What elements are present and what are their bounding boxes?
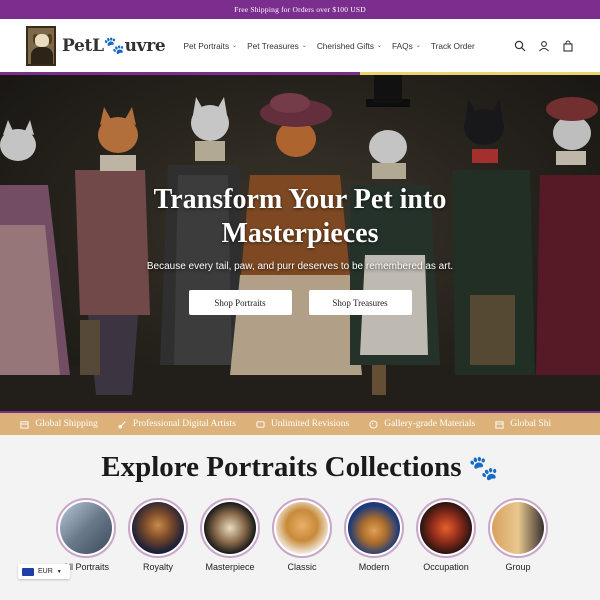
logo-portrait-icon	[26, 25, 56, 66]
chat-icon	[256, 420, 265, 428]
collection-royalty[interactable]: Royalty	[128, 498, 188, 572]
collection-classic[interactable]: Classic	[272, 498, 332, 572]
chevron-down-icon: ⌄	[377, 43, 383, 49]
chevron-down-icon: ⌄	[232, 43, 238, 49]
collection-modern[interactable]: Modern	[344, 498, 404, 572]
nav-pet-treasures[interactable]: Pet Treasures ⌄	[247, 41, 307, 51]
collections-title: Explore Portraits Collections 🐾	[101, 451, 499, 483]
cart-icon[interactable]	[562, 39, 574, 52]
announcement-bar: Free Shipping for Orders over $100 USD	[0, 0, 600, 19]
collection-all-portraits[interactable]: All Portraits	[56, 498, 116, 572]
marquee-item: Gallery-grade Materials	[369, 419, 475, 429]
nav-cherished-gifts[interactable]: Cherished Gifts ⌄	[317, 41, 382, 51]
header-icons	[514, 39, 574, 52]
search-icon[interactable]	[514, 40, 526, 52]
brush-icon	[118, 420, 126, 429]
hero-buttons: Shop Portraits Shop Treasures	[0, 290, 600, 315]
marquee-item: Global Shipping	[20, 419, 98, 429]
caret-down-icon: ▼	[56, 568, 62, 575]
hero-content: Transform Your Pet into Masterpieces Beca…	[0, 183, 600, 315]
collection-list: All Portraits Royalty Masterpiece Classi…	[0, 498, 600, 572]
features-marquee: rials Global Shipping Professional Digit…	[0, 411, 600, 435]
collection-occupation[interactable]: Occupation	[416, 498, 476, 572]
palette-icon	[369, 419, 378, 429]
brand-name: PetL🐾uvre	[62, 35, 166, 56]
hero-subtitle: Because every tail, paw, and purr deserv…	[146, 261, 454, 272]
logo[interactable]: PetL🐾uvre	[26, 25, 166, 66]
box-icon	[495, 420, 504, 429]
hero-title: Transform Your Pet into Masterpieces	[153, 184, 447, 249]
nav-pet-portraits[interactable]: Pet Portraits ⌄	[183, 41, 237, 51]
currency-selector[interactable]: EUR ▼	[18, 564, 70, 579]
nav-track-order[interactable]: Track Order	[431, 41, 475, 51]
marquee-item: Global Shi	[495, 419, 551, 429]
paw-icon: 🐾	[468, 456, 499, 482]
account-icon[interactable]	[538, 40, 550, 52]
hero-banner: Transform Your Pet into Masterpieces Beca…	[0, 75, 600, 411]
eu-flag-icon	[22, 567, 34, 576]
marquee-item: Unlimited Revisions	[256, 419, 349, 429]
box-icon	[20, 420, 29, 429]
marquee-item: Professional Digital Artists	[118, 419, 236, 429]
nav-faqs[interactable]: FAQs ⌄	[392, 41, 421, 51]
shop-treasures-button[interactable]: Shop Treasures	[308, 290, 412, 315]
shop-portraits-button[interactable]: Shop Portraits	[188, 290, 292, 315]
collections-section: Explore Portraits Collections 🐾 All Port…	[0, 435, 600, 572]
chevron-down-icon: ⌄	[301, 43, 307, 49]
site-header: PetL🐾uvre Pet Portraits ⌄ Pet Treasures ⌄ …	[0, 19, 600, 75]
chevron-down-icon: ⌄	[415, 43, 421, 49]
main-nav: Pet Portraits ⌄ Pet Treasures ⌄ Cherished …	[183, 41, 474, 51]
announcement-text: Free Shipping for Orders over $100 USD	[234, 5, 366, 14]
collection-masterpiece[interactable]: Masterpiece	[200, 498, 260, 572]
collection-group[interactable]: Group	[488, 498, 548, 572]
